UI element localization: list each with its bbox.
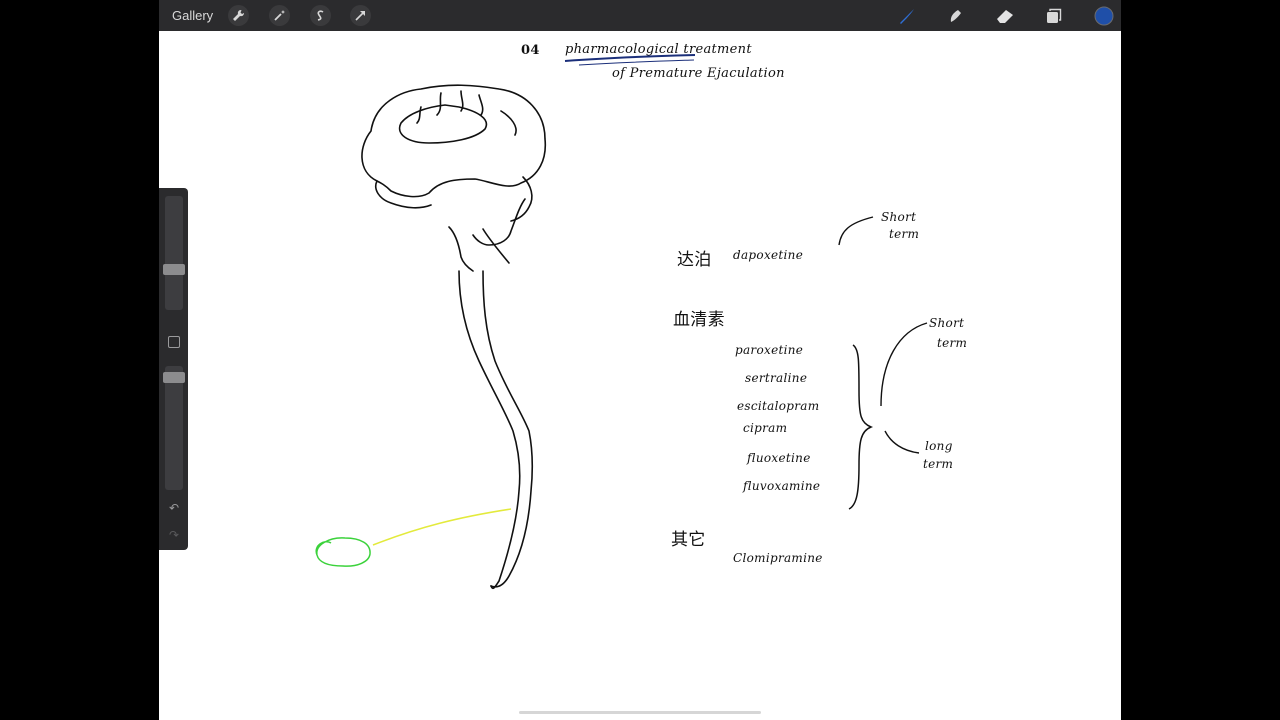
procreate-screen: Gallery 04 pharmacological treatment of … (159, 0, 1121, 720)
magic-wand-icon[interactable] (269, 5, 290, 26)
dapoxetine-duration-1: Short (881, 210, 917, 224)
color-swatch-icon[interactable] (1093, 5, 1114, 26)
transform-arrow-icon[interactable] (350, 5, 371, 26)
smudge-icon[interactable] (945, 5, 966, 26)
side-toolbar: ↶ ↷ (159, 188, 188, 550)
wrench-icon[interactable] (228, 5, 249, 26)
ssri-brace (848, 344, 874, 510)
ssri-drug-3: escitalopram (737, 399, 820, 413)
ssri-short-1: Short (929, 316, 965, 330)
ssri-long-1: long (925, 439, 953, 453)
dapoxetine-label: dapoxetine (733, 248, 804, 262)
redo-button[interactable]: ↷ (166, 528, 182, 542)
ssri-long-branch (884, 430, 920, 454)
brush-size-slider[interactable] (165, 196, 183, 310)
home-indicator (519, 711, 761, 714)
sketch-layer (315, 54, 928, 589)
other-drug: Clomipramine (733, 551, 823, 565)
selection-icon[interactable] (310, 5, 331, 26)
ssri-drug-2: sertraline (745, 371, 808, 385)
eraser-icon[interactable] (994, 5, 1015, 26)
organ-outline (315, 537, 371, 567)
ssri-long-2: term (923, 457, 954, 471)
dapoxetine-duration-2: term (889, 227, 920, 241)
nerve-line (372, 508, 512, 546)
title-underline-2 (578, 59, 695, 66)
ssri-label: 血清素 (673, 310, 725, 330)
undo-button[interactable]: ↶ (166, 501, 182, 515)
brush-size-thumb[interactable] (163, 264, 185, 275)
ssri-drug-6: fluvoxamine (743, 479, 821, 493)
ssri-drug-5: fluoxetine (747, 451, 811, 465)
opacity-thumb[interactable] (163, 372, 185, 383)
dapoxetine-prefix: 达泊 (677, 250, 712, 270)
opacity-slider[interactable] (165, 366, 183, 490)
brush-icon[interactable] (896, 5, 917, 26)
other-label: 其它 (671, 530, 706, 550)
drawing-canvas[interactable]: 04 pharmacological treatment of Prematur… (159, 31, 1121, 720)
ssri-drug-1: paroxetine (735, 343, 804, 357)
brain-drawing (361, 84, 547, 589)
title-underline (564, 54, 696, 62)
ssri-short-branch (880, 322, 928, 407)
ssri-drug-4: cipram (743, 421, 788, 435)
gallery-button[interactable]: Gallery (172, 8, 213, 23)
ssri-short-2: term (937, 336, 968, 350)
dapoxetine-branch (838, 216, 874, 246)
layers-icon[interactable] (1043, 5, 1064, 26)
top-toolbar: Gallery (159, 0, 1121, 31)
modify-button[interactable] (168, 336, 180, 348)
